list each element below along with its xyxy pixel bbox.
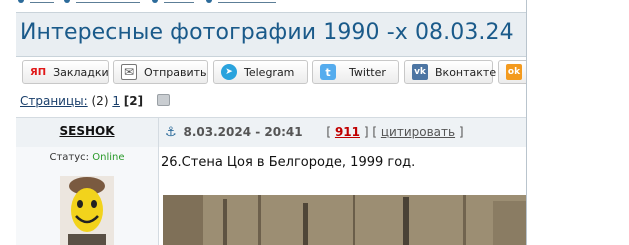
share-button-telegram[interactable]: ➤ Telegram	[213, 60, 308, 84]
bracket-open: [	[326, 125, 332, 139]
anchor-icon[interactable]: ⚓	[165, 125, 177, 140]
topic-title-bar: Интересные фотографии 1990 -х 08.03.24	[16, 12, 526, 57]
forum-frame: Интересные фотографии 1990 -х 08.03.24 Я…	[16, 0, 527, 245]
status-label: Статус:	[49, 152, 90, 163]
share-button-send[interactable]: ✉ Отправить	[113, 60, 208, 84]
author-sidebar: Статус: Online	[16, 147, 159, 245]
post-body: 26.Стена Цоя в Белгороде, 1999 год.	[159, 147, 526, 245]
post-header: SESHOK ⚓ 8.03.2024 - 20:41 [ 911 ] [ цит…	[16, 117, 526, 148]
post-meta: ⚓ 8.03.2024 - 20:41 [ 911 ] [ цитировать…	[165, 125, 464, 140]
pagination-total: (2)	[91, 94, 109, 108]
pagination-label-link[interactable]: Страницы:	[20, 94, 88, 108]
status-badge: Online	[92, 152, 125, 163]
mail-icon: ✉	[121, 64, 137, 80]
bracket-open: [	[372, 125, 378, 139]
share-button-vkontakte[interactable]: vk Вконтакте	[404, 60, 497, 84]
nav-bullet-icon	[18, 0, 24, 3]
nav-bullet-icon	[152, 0, 158, 3]
odnoklassniki-icon: ok	[506, 64, 522, 80]
yandex-bookmarks-icon: ЯП	[30, 66, 47, 78]
quote-link[interactable]: цитировать	[381, 125, 455, 139]
share-button-label: Закладки	[53, 65, 109, 79]
topic-title: Интересные фотографии 1990 -х 08.03.24	[20, 20, 514, 45]
post-date: 8.03.2024 - 20:41	[183, 125, 303, 139]
share-button-odnoklassniki[interactable]: ok О	[498, 60, 526, 84]
nav-link-fragment[interactable]	[218, 0, 276, 3]
post-photo[interactable]	[163, 195, 526, 245]
pagination-page-link[interactable]: 1	[112, 94, 120, 108]
pagination: Страницы: (2) 1 [2]	[20, 94, 170, 110]
avatar-image	[60, 176, 114, 245]
nav-link-fragment[interactable]	[164, 0, 194, 3]
post-author-cell: SESHOK	[16, 118, 159, 147]
share-button-label: Вконтакте	[435, 65, 497, 79]
topic-options-icon[interactable]	[156, 94, 170, 106]
bracket-close: ]	[458, 125, 464, 139]
nav-link-fragment[interactable]	[30, 0, 54, 3]
post-text: 26.Стена Цоя в Белгороде, 1999 год.	[161, 155, 416, 170]
twitter-icon: t	[320, 64, 336, 80]
share-button-label: Twitter	[349, 65, 386, 79]
avatar[interactable]	[60, 176, 114, 245]
post-number-link[interactable]: 911	[335, 125, 360, 139]
vk-icon: vk	[412, 64, 428, 80]
telegram-icon: ➤	[221, 64, 237, 80]
share-button-bookmarks[interactable]: ЯП Закладки	[22, 60, 109, 84]
pagination-current-page: [2]	[123, 94, 144, 108]
share-button-label: Отправить	[144, 65, 207, 79]
share-button-twitter[interactable]: t Twitter	[312, 60, 399, 84]
nav-bullet-icon	[64, 0, 70, 3]
photo-image	[163, 195, 526, 245]
nav-link-fragment[interactable]	[76, 0, 140, 3]
post-author-link[interactable]: SESHOK	[59, 124, 114, 138]
bracket-close: ]	[363, 125, 369, 139]
share-button-label: Telegram	[244, 65, 295, 79]
user-status: Статус: Online	[16, 152, 158, 163]
top-nav-strip	[16, 0, 526, 10]
nav-bullet-icon	[206, 0, 212, 3]
